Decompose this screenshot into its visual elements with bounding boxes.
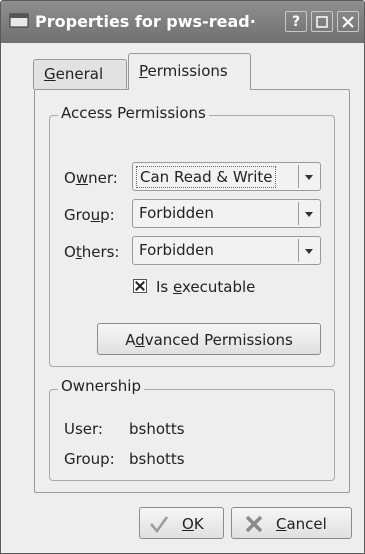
window-icon bbox=[9, 13, 29, 28]
executable-checkbox[interactable] bbox=[133, 279, 147, 293]
owner-select[interactable]: Can Read & Write bbox=[132, 162, 321, 191]
cancel-button[interactable]: Cancel bbox=[231, 507, 352, 539]
group-label: Group: bbox=[64, 206, 115, 224]
user-value: bshotts bbox=[129, 420, 185, 438]
others-label: Others: bbox=[64, 243, 120, 261]
combo-separator bbox=[298, 239, 299, 262]
owner-label: Owner: bbox=[64, 169, 118, 187]
advanced-permissions-label: Advanced Permissions bbox=[125, 331, 293, 349]
group-select-value: Forbidden bbox=[139, 204, 214, 222]
others-select-value: Forbidden bbox=[139, 241, 214, 259]
tab-permissions[interactable]: Permissions bbox=[128, 53, 251, 90]
owner-select-value: Can Read & Write bbox=[136, 166, 277, 188]
executable-label[interactable]: Is executable bbox=[156, 278, 255, 296]
properties-dialog: Properties for pws-read· ? General Permi… bbox=[0, 0, 365, 554]
cancel-label: Cancel bbox=[276, 515, 327, 533]
advanced-permissions-button[interactable]: Advanced Permissions bbox=[97, 323, 321, 355]
access-permissions-legend: Access Permissions bbox=[58, 104, 209, 122]
others-select[interactable]: Forbidden bbox=[132, 236, 321, 265]
maximize-icon bbox=[316, 16, 328, 28]
checkmark-icon bbox=[150, 516, 169, 534]
ok-label: OK bbox=[182, 515, 204, 533]
mnemonic: P bbox=[139, 62, 148, 80]
combo-separator bbox=[298, 165, 299, 188]
chevron-down-icon bbox=[305, 212, 313, 217]
help-button[interactable]: ? bbox=[285, 11, 307, 32]
close-icon bbox=[342, 16, 354, 28]
chevron-down-icon bbox=[305, 249, 313, 254]
ok-button[interactable]: OK bbox=[139, 507, 224, 539]
window-title: Properties for pws-read· bbox=[35, 12, 256, 31]
user-label: User: bbox=[64, 420, 103, 438]
ownership-legend: Ownership bbox=[58, 377, 144, 395]
group-select[interactable]: Forbidden bbox=[132, 199, 321, 228]
mnemonic: G bbox=[44, 65, 56, 83]
title-bar[interactable]: Properties for pws-read· ? bbox=[1, 1, 364, 43]
maximize-button[interactable] bbox=[311, 11, 333, 32]
close-button[interactable] bbox=[337, 11, 359, 32]
tab-general[interactable]: General bbox=[33, 59, 127, 89]
combo-separator bbox=[298, 202, 299, 225]
cross-icon bbox=[245, 515, 263, 533]
chevron-down-icon bbox=[305, 175, 313, 180]
owner-group-label: Group: bbox=[64, 450, 115, 468]
owner-group-value: bshotts bbox=[129, 450, 185, 468]
